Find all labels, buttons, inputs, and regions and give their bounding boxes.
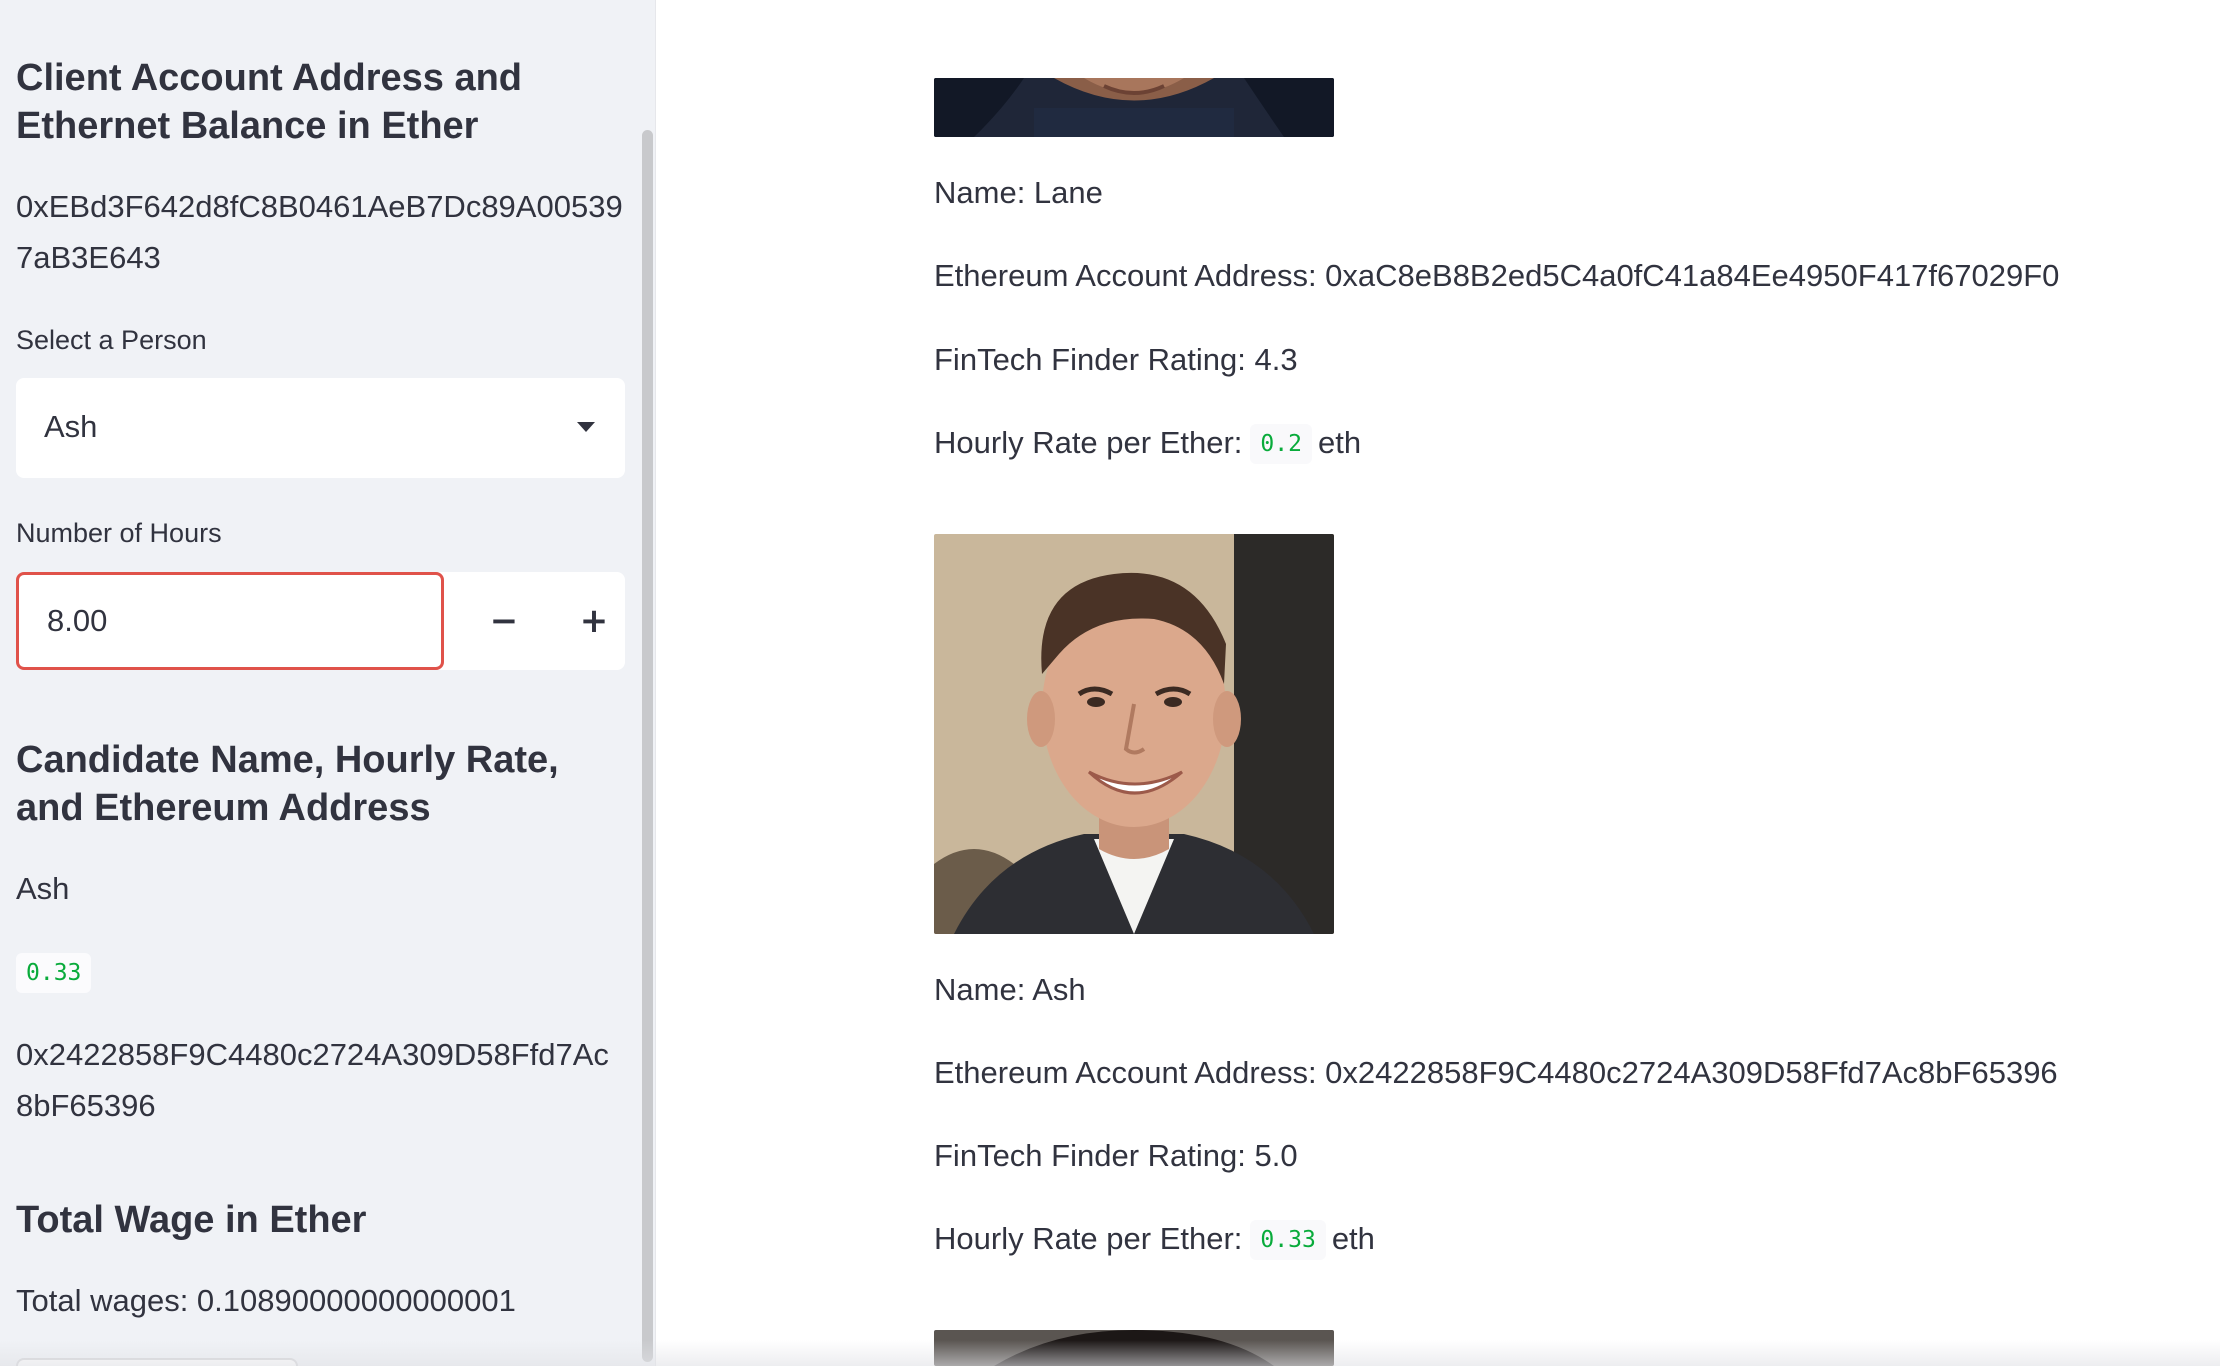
sidebar-scrollbar[interactable] xyxy=(642,130,653,1362)
candidate-ash-rating: FinTech Finder Rating: 5.0 xyxy=(934,1138,1298,1173)
candidate-ash-address: Ethereum Account Address: 0x2422858F9C44… xyxy=(934,1055,2058,1090)
candidate-lane-name: Name: Lane xyxy=(934,175,1103,210)
candidate-lane-rate: Hourly Rate per Ether: 0.2 eth xyxy=(934,421,1361,466)
rate-prefix: Hourly Rate per Ether: xyxy=(934,1221,1243,1256)
select-person-label: Select a Person xyxy=(16,325,207,355)
number-of-hours-label: Number of Hours xyxy=(16,518,222,548)
hours-stepper: − + xyxy=(16,572,625,670)
rate-value-code: 0.2 xyxy=(1250,424,1312,464)
candidate-ash-name: Name: Ash xyxy=(934,972,1086,1007)
candidate-name: Ash xyxy=(16,871,70,906)
candidate-photo-next xyxy=(934,1330,1334,1366)
candidate-photo-lane xyxy=(934,78,1334,137)
app-window: Client Account Address and Ethernet Bala… xyxy=(0,0,2220,1366)
rate-value-code: 0.33 xyxy=(1250,1220,1326,1260)
select-person-value: Ash xyxy=(44,409,98,444)
chevron-down-icon xyxy=(577,422,595,432)
increment-button[interactable]: + xyxy=(549,572,639,670)
rate-prefix: Hourly Rate per Ether: xyxy=(934,425,1243,460)
decrement-button[interactable]: − xyxy=(459,572,549,670)
total-wage-heading: Total Wage in Ether xyxy=(16,1199,367,1241)
send-transaction-button[interactable] xyxy=(16,1358,298,1366)
candidate-lane-address: Ethereum Account Address: 0xaC8eB8B2ed5C… xyxy=(934,258,2060,293)
candidate-photo-ash xyxy=(934,534,1334,934)
client-account-address: 0xEBd3F642d8fC8B0461AeB7Dc89A005397aB3E6… xyxy=(16,189,623,275)
rate-unit: eth xyxy=(1317,425,1362,460)
candidate-info-heading: Candidate Name, Hourly Rate, and Ethereu… xyxy=(16,739,559,829)
client-account-heading: Client Account Address and Ethernet Bala… xyxy=(16,57,523,147)
candidate-ash-rate: Hourly Rate per Ether: 0.33 eth xyxy=(934,1217,1375,1262)
main-content: Name: Lane Ethereum Account Address: 0xa… xyxy=(656,0,2220,1366)
candidate-rate-value: 0.33 xyxy=(16,953,92,993)
total-wages-text: Total wages: 0.10890000000000001 xyxy=(16,1283,516,1318)
candidate-address: 0x2422858F9C4480c2724A309D58Ffd7Ac8bF653… xyxy=(16,1037,609,1123)
sidebar: Client Account Address and Ethernet Bala… xyxy=(0,0,656,1366)
candidate-lane-rating: FinTech Finder Rating: 4.3 xyxy=(934,342,1298,377)
hours-input[interactable] xyxy=(16,572,444,670)
candidate-rate-code: 0.33 xyxy=(16,953,92,993)
select-person-dropdown[interactable]: Ash xyxy=(16,378,625,478)
rate-unit: eth xyxy=(1331,1221,1375,1256)
